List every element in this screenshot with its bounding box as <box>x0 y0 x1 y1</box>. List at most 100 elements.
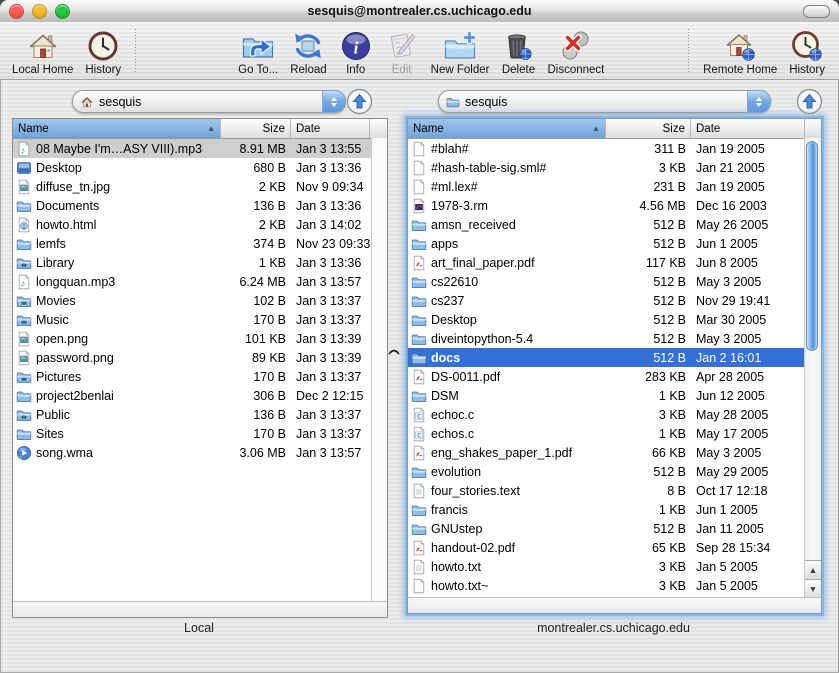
table-row[interactable]: #hash-table-sig.sml#3 KBJan 21 2005 <box>408 158 821 177</box>
table-row[interactable]: four_stories.text8 BOct 17 12:18 <box>408 481 821 500</box>
table-row[interactable]: handout-02.pdf65 KBSep 28 15:34 <box>408 538 821 557</box>
table-row[interactable]: eng_shakes_paper_1.pdf66 KBMay 3 2005 <box>408 443 821 462</box>
remote-column-header-size[interactable]: Size <box>606 119 691 138</box>
toolbar-button-edit[interactable]: Edit <box>379 22 425 79</box>
toolbar-button-remote-history[interactable]: History <box>783 22 831 79</box>
table-row[interactable]: lemfs374 BNov 23 09:33 <box>13 234 387 253</box>
sort-ascending-icon: ▲ <box>207 125 215 133</box>
toolbar-button-info[interactable]: iInfo <box>333 22 379 79</box>
scroll-down-button[interactable]: ▼ <box>805 579 821 598</box>
toolbar-button-goto[interactable]: Go To... <box>232 22 284 79</box>
table-row[interactable]: project2benlai306 BDec 2 12:15 <box>13 386 387 405</box>
local-column-header-size[interactable]: Size <box>221 119 291 138</box>
table-row[interactable]: diveintopython-5.4512 BMay 3 2005 <box>408 329 821 348</box>
table-row[interactable]: #blah#311 BJan 19 2005 <box>408 139 821 158</box>
table-row[interactable]: francis1 KBJun 1 2005 <box>408 500 821 519</box>
folder-special-icon <box>16 312 32 328</box>
file-name-cell: #blah# <box>408 141 606 157</box>
local-horizontal-scrollbar[interactable] <box>13 601 387 617</box>
local-column-header-date[interactable]: Date <box>291 119 370 138</box>
table-row[interactable]: evolution512 BMay 29 2005 <box>408 462 821 481</box>
file-name-cell: cs22610 <box>408 274 606 290</box>
table-row[interactable]: Documents136 BJan 3 13:36 <box>13 196 387 215</box>
toolbar-button-disconnect[interactable]: Disconnect <box>541 22 610 79</box>
folder-icon <box>16 236 32 252</box>
local-vertical-scrollbar[interactable] <box>371 138 387 602</box>
local-column-header-name[interactable]: Name ▲ <box>13 119 221 138</box>
table-row[interactable]: Library1 KBJan 3 13:36 <box>13 253 387 272</box>
table-row[interactable]: song.wma3.06 MBJan 3 13:57 <box>13 443 387 462</box>
local-parent-dir-button[interactable] <box>346 88 373 115</box>
file-name-cell: cechoc.c <box>408 407 606 423</box>
table-row[interactable]: cechoc.c3 KBMay 28 2005 <box>408 405 821 424</box>
table-row[interactable]: password.png89 KBJan 3 13:39 <box>13 348 387 367</box>
file-name-cell: DSM <box>408 388 606 404</box>
file-size: 512 B <box>606 218 691 232</box>
table-row[interactable]: cs22610512 BMay 3 2005 <box>408 272 821 291</box>
table-row[interactable]: howto.txt~3 KBJan 5 2005 <box>408 576 821 595</box>
table-row[interactable]: apps512 BJun 1 2005 <box>408 234 821 253</box>
file-size: 512 B <box>606 294 691 308</box>
table-row[interactable]: GNUstep512 BJan 11 2005 <box>408 519 821 538</box>
remote-column-header-name[interactable]: Name ▲ <box>408 119 606 138</box>
toolbar-toggle-button[interactable] <box>803 5 830 18</box>
table-row[interactable]: Movies102 BJan 3 13:37 <box>13 291 387 310</box>
file-size: 102 B <box>221 294 291 308</box>
file-date: Jan 21 2005 <box>691 161 805 175</box>
file-date: Dec 2 12:15 <box>291 389 370 403</box>
file-date: Apr 28 2005 <box>691 370 805 384</box>
remote-vertical-scrollbar[interactable]: ▲ ▼ <box>804 138 821 598</box>
table-row[interactable]: Desktop512 BMar 30 2005 <box>408 310 821 329</box>
table-row[interactable]: cechos.c1 KBMay 17 2005 <box>408 424 821 443</box>
table-row[interactable]: Public136 BJan 3 13:37 <box>13 405 387 424</box>
table-row[interactable]: howto.html2 KBJan 3 14:02 <box>13 215 387 234</box>
doc-c-icon: c <box>411 407 427 423</box>
table-row[interactable]: DS-0011.pdf283 KBApr 28 2005 <box>408 367 821 386</box>
table-row[interactable]: open.png101 KBJan 3 13:39 <box>13 329 387 348</box>
file-name-cell: art_final_paper.pdf <box>408 255 606 271</box>
doc-c-icon: c <box>411 426 427 442</box>
table-row[interactable]: cs237512 BNov 29 19:41 <box>408 291 821 310</box>
file-date: Jun 8 2005 <box>691 256 805 270</box>
file-name: cs22610 <box>431 275 478 289</box>
table-row[interactable]: Music170 BJan 3 13:37 <box>13 310 387 329</box>
toolbar-button-delete[interactable]: Delete <box>495 22 541 79</box>
table-row[interactable]: Desktop680 BJan 3 13:36 <box>13 158 387 177</box>
remote-horizontal-scrollbar[interactable] <box>408 597 821 613</box>
toolbar-button-label: Reload <box>290 64 326 76</box>
table-row[interactable]: Sites170 BJan 3 13:37 <box>13 424 387 443</box>
close-button[interactable] <box>9 4 24 19</box>
toolbar-button-remote-home[interactable]: Remote Home <box>697 22 783 79</box>
table-row[interactable]: howto.txt3 KBJan 5 2005 <box>408 557 821 576</box>
remote-parent-dir-button[interactable] <box>796 88 823 115</box>
scrollbar-thumb[interactable] <box>806 141 818 351</box>
toolbar-button-local-history[interactable]: History <box>79 22 127 79</box>
table-row[interactable]: Pictures170 BJan 3 13:37 <box>13 367 387 386</box>
minimize-button[interactable] <box>32 4 47 19</box>
file-name: open.png <box>36 332 88 346</box>
remote-path-dropdown[interactable]: sesquis <box>438 90 771 113</box>
toolbar-button-reload[interactable]: Reload <box>284 22 332 79</box>
toolbar-button-local-home[interactable]: Local Home <box>6 22 79 79</box>
table-row[interactable]: 1978-3.rm4.56 MBDec 16 2003 <box>408 196 821 215</box>
table-row[interactable]: DSM1 KBJun 12 2005 <box>408 386 821 405</box>
doc-icon <box>411 141 427 157</box>
scroll-up-button[interactable]: ▲ <box>805 560 821 579</box>
local-path-dropdown[interactable]: sesquis <box>72 90 346 113</box>
file-date: Jun 1 2005 <box>691 503 805 517</box>
file-date: Dec 16 2003 <box>691 199 805 213</box>
file-name-cell: Music <box>13 312 221 328</box>
table-row[interactable]: ♪longquan.mp36.24 MBJan 3 13:57 <box>13 272 387 291</box>
table-row[interactable]: ♪08 Maybe I'm…ASY VIII).mp38.91 MBJan 3 … <box>13 139 387 158</box>
table-row[interactable]: amsn_received512 BMay 26 2005 <box>408 215 821 234</box>
table-row[interactable]: diffuse_tn.jpg2 KBNov 9 09:34 <box>13 177 387 196</box>
table-row[interactable]: art_final_paper.pdf117 KBJun 8 2005 <box>408 253 821 272</box>
pane-divider-handle[interactable] <box>388 347 400 355</box>
zoom-button[interactable] <box>55 4 70 19</box>
table-row[interactable]: #ml.lex#231 BJan 19 2005 <box>408 177 821 196</box>
toolbar-button-new-folder[interactable]: New Folder <box>425 22 496 79</box>
remote-column-header-date[interactable]: Date <box>691 119 805 138</box>
table-row[interactable]: docs512 BJan 2 16:01 <box>408 348 821 367</box>
file-date: Jan 3 13:57 <box>291 275 370 289</box>
file-size: 6.24 MB <box>221 275 291 289</box>
